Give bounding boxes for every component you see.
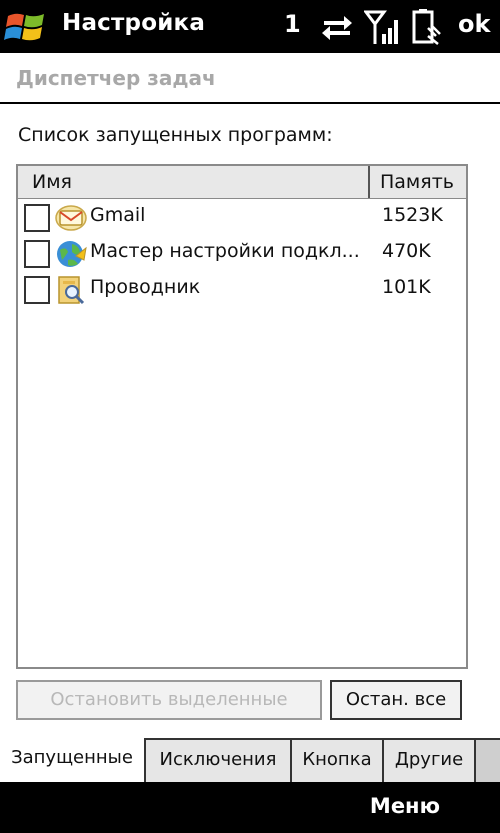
process-memory: 470K <box>382 240 431 262</box>
row-checkbox[interactable] <box>24 240 50 268</box>
windows-logo-icon[interactable] <box>4 8 48 46</box>
process-memory: 101K <box>382 276 431 298</box>
list-item[interactable]: Gmail 1523K <box>18 200 466 236</box>
stop-selected-button[interactable]: Остановить выделенные <box>16 680 322 720</box>
process-name: Мастер настройки подкл... <box>90 240 360 262</box>
battery-icon[interactable] <box>410 8 444 46</box>
list-header: Имя Память <box>18 166 466 199</box>
tab-running[interactable]: Запущенные <box>0 738 146 782</box>
task-manager-screen: Настройка 1 ok Диспетчер задач Список за… <box>0 0 500 833</box>
list-item[interactable]: Проводник 101K <box>18 272 466 308</box>
gmail-icon <box>55 205 87 231</box>
process-memory: 1523K <box>382 204 443 226</box>
row-checkbox[interactable] <box>24 204 50 232</box>
process-name: Проводник <box>90 276 201 298</box>
row-checkbox[interactable] <box>24 276 50 304</box>
tab-button[interactable]: Кнопка <box>292 740 384 782</box>
sync-arrows-icon[interactable] <box>320 12 354 42</box>
tab-bar: Запущенные Исключения Кнопка Другие <box>0 738 500 782</box>
column-header-memory[interactable]: Память <box>370 166 466 198</box>
menu-softkey[interactable]: Меню <box>370 794 440 818</box>
column-header-name[interactable]: Имя <box>18 166 370 198</box>
process-list[interactable]: Имя Память Gmail 1523K Мастер настройки <box>16 164 468 669</box>
stop-all-button[interactable]: Остан. все <box>330 680 462 720</box>
ok-button[interactable]: ok <box>458 10 490 38</box>
signal-icon[interactable] <box>364 8 400 46</box>
process-name: Gmail <box>90 204 146 226</box>
header-divider <box>0 102 500 104</box>
tab-other[interactable]: Другие <box>384 740 476 782</box>
tab-exceptions[interactable]: Исключения <box>146 740 292 782</box>
list-label: Список запущенных программ: <box>18 124 333 146</box>
page-title: Диспетчер задач <box>16 66 216 90</box>
title-bar: Настройка 1 ok <box>0 0 500 53</box>
connection-wizard-icon <box>57 241 87 267</box>
softkey-bar: Меню <box>0 782 500 833</box>
notification-count: 1 <box>284 10 301 38</box>
window-title: Настройка <box>62 10 206 36</box>
explorer-icon <box>58 276 85 305</box>
list-item[interactable]: Мастер настройки подкл... 470K <box>18 236 466 272</box>
